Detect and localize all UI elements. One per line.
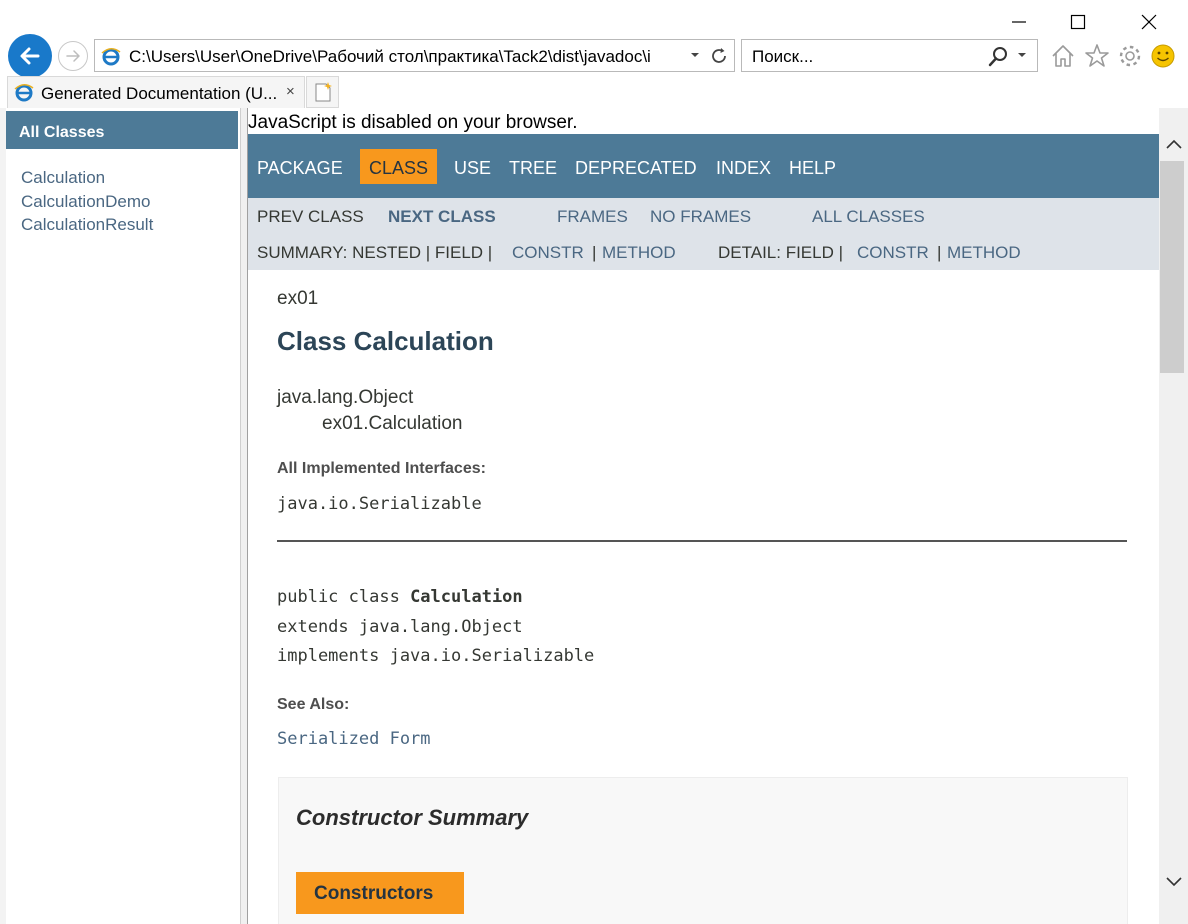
frames-link[interactable]: FRAMES xyxy=(557,207,628,227)
summary-separator: | xyxy=(592,243,597,262)
detail-method-link[interactable]: METHOD xyxy=(947,243,1021,263)
detail-constr-link[interactable]: CONSTR xyxy=(857,243,929,263)
next-class-link[interactable]: NEXT CLASS xyxy=(388,207,496,227)
implemented-interfaces-label: All Implemented Interfaces: xyxy=(277,460,486,477)
tab-generated-documentation[interactable]: Generated Documentation (U... × xyxy=(7,76,305,108)
search-box[interactable]: Поиск... xyxy=(741,39,1038,72)
feedback-smiley-icon[interactable] xyxy=(1150,43,1176,74)
home-icon[interactable] xyxy=(1050,43,1076,74)
all-classes-header: All Classes xyxy=(6,111,238,149)
new-tab-icon xyxy=(315,82,332,102)
ie-page-icon xyxy=(101,47,121,72)
declaration-line-1: public class Calculation xyxy=(277,587,523,607)
horizontal-rule xyxy=(277,540,1127,542)
tab-bar: Generated Documentation (U... × xyxy=(0,76,1188,108)
implemented-interfaces-value: java.io.Serializable xyxy=(277,494,482,514)
arrow-left-icon xyxy=(20,47,40,65)
nav-deprecated[interactable]: DEPRECATED xyxy=(575,149,697,184)
scroll-up-button[interactable] xyxy=(1159,130,1188,158)
no-frames-link[interactable]: NO FRAMES xyxy=(650,207,751,227)
maximize-button[interactable] xyxy=(1063,8,1093,36)
nav-use[interactable]: USE xyxy=(454,149,491,184)
class-link-calculation[interactable]: Calculation xyxy=(21,166,153,190)
see-also-label: See Also: xyxy=(277,696,350,713)
package-label: ex01 xyxy=(277,288,319,309)
detail-separator: | xyxy=(937,243,942,262)
search-dropdown-icon[interactable] xyxy=(1016,48,1028,67)
class-list: Calculation CalculationDemo CalculationR… xyxy=(21,166,153,237)
scrollbar-thumb[interactable] xyxy=(1160,161,1184,373)
maximize-icon xyxy=(1070,14,1086,30)
constructors-tab: Constructors xyxy=(296,872,464,914)
address-bar[interactable]: C:\Users\User\OneDrive\Рабочий стол\прак… xyxy=(94,39,735,72)
search-icon[interactable] xyxy=(988,46,1010,73)
ie-page-icon xyxy=(14,83,34,108)
arrow-right-icon xyxy=(66,50,80,62)
gear-icon[interactable] xyxy=(1117,43,1143,74)
frame-splitter[interactable] xyxy=(240,108,248,924)
class-title: Class Calculation xyxy=(277,326,494,356)
top-navigation: PACKAGE CLASS USE TREE DEPRECATED INDEX … xyxy=(248,134,1159,206)
scroll-down-button[interactable] xyxy=(1159,868,1188,896)
address-dropdown-icon[interactable] xyxy=(689,48,701,67)
inheritance-child: ex01.Calculation xyxy=(322,413,463,434)
constructor-summary-heading: Constructor Summary xyxy=(296,805,529,830)
search-input[interactable]: Поиск... xyxy=(752,47,813,67)
browser-navbar: C:\Users\User\OneDrive\Рабочий стол\прак… xyxy=(0,34,1188,78)
left-edge-strip xyxy=(0,108,6,924)
nav-class: CLASS xyxy=(360,149,438,184)
nav-tree[interactable]: TREE xyxy=(509,149,557,184)
summary-constr-link[interactable]: CONSTR xyxy=(512,243,584,263)
nav-package[interactable]: PACKAGE xyxy=(257,149,343,184)
sub-navigation: PREV CLASS NEXT CLASS FRAMES NO FRAMES A… xyxy=(248,198,1159,270)
nav-help[interactable]: HELP xyxy=(789,149,836,184)
vertical-scrollbar[interactable] xyxy=(1159,108,1188,924)
declaration-class-name: Calculation xyxy=(410,587,523,607)
minimize-button[interactable] xyxy=(1004,8,1034,36)
close-window-button[interactable] xyxy=(1134,8,1164,36)
address-text[interactable]: C:\Users\User\OneDrive\Рабочий стол\прак… xyxy=(129,47,679,67)
inheritance-parent: java.lang.Object xyxy=(277,387,414,408)
summary-label: SUMMARY: NESTED | FIELD | xyxy=(257,243,493,262)
prev-class-label: PREV CLASS xyxy=(257,207,364,226)
class-link-calculationdemo[interactable]: CalculationDemo xyxy=(21,190,153,214)
all-classes-link[interactable]: ALL CLASSES xyxy=(812,207,925,227)
chevron-down-icon xyxy=(1165,877,1182,887)
favorites-star-icon[interactable] xyxy=(1084,43,1110,74)
javascript-disabled-notice: JavaScript is disabled on your browser. xyxy=(248,112,578,133)
class-link-calculationresult[interactable]: CalculationResult xyxy=(21,213,153,237)
chevron-up-icon xyxy=(1165,139,1182,149)
all-classes-frame: All Classes Calculation CalculationDemo … xyxy=(0,108,240,924)
refresh-icon[interactable] xyxy=(709,46,729,71)
new-tab-button[interactable] xyxy=(306,76,339,108)
declaration-modifiers: public class xyxy=(277,587,411,607)
back-button[interactable] xyxy=(8,34,52,78)
tab-close-icon[interactable]: × xyxy=(286,83,295,100)
summary-method-link[interactable]: METHOD xyxy=(602,243,676,263)
close-icon xyxy=(1141,14,1157,30)
serialized-form-link[interactable]: Serialized Form xyxy=(277,729,431,749)
forward-button[interactable] xyxy=(58,41,88,71)
detail-label: DETAIL: FIELD | xyxy=(718,243,844,262)
minimize-icon xyxy=(1012,21,1026,23)
nav-index[interactable]: INDEX xyxy=(716,149,771,184)
declaration-implements: implements java.io.Serializable xyxy=(277,646,595,666)
constructor-summary-section: Constructor Summary Constructors xyxy=(278,777,1128,924)
tab-title: Generated Documentation (U... xyxy=(41,84,278,103)
declaration-extends: extends java.lang.Object xyxy=(277,617,523,637)
class-doc-frame: JavaScript is disabled on your browser. … xyxy=(248,108,1159,924)
